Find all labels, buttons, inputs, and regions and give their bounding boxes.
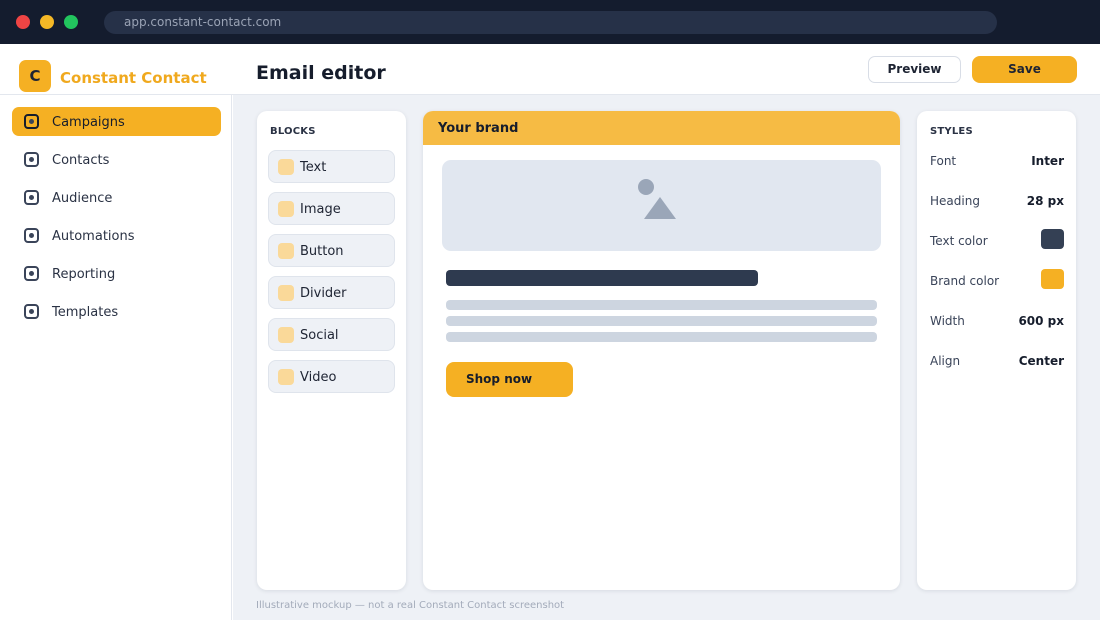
- sidebar-item-campaigns[interactable]: Campaigns: [12, 107, 221, 136]
- width-value[interactable]: 600 px: [1018, 314, 1064, 328]
- audience-icon: [24, 190, 39, 205]
- email-brand-header[interactable]: Your brand: [423, 111, 900, 145]
- style-row-font[interactable]: Font Inter: [930, 151, 1064, 173]
- email-image-block[interactable]: [442, 160, 881, 251]
- style-label: Text color: [930, 234, 988, 248]
- block-item-social[interactable]: Social: [268, 318, 395, 351]
- heading-size-value[interactable]: 28 px: [1027, 194, 1064, 208]
- text-block-icon: [278, 159, 294, 175]
- page-title: Email editor: [256, 62, 386, 84]
- email-text-line[interactable]: [446, 332, 877, 342]
- style-row-brand-color[interactable]: Brand color: [930, 269, 1064, 293]
- blocks-heading: BLOCKS: [270, 126, 316, 137]
- block-label: Text: [300, 160, 327, 175]
- email-canvas[interactable]: Your brand Shop now: [423, 111, 900, 590]
- sidebar-item-label: Contacts: [52, 153, 110, 168]
- block-item-text[interactable]: Text: [268, 150, 395, 183]
- browser-chrome: app.constant-contact.com: [0, 0, 1100, 44]
- email-heading-block[interactable]: [446, 270, 758, 286]
- block-item-divider[interactable]: Divider: [268, 276, 395, 309]
- reporting-icon: [24, 266, 39, 281]
- sidebar-item-templates[interactable]: Templates: [12, 297, 221, 326]
- brand-name[interactable]: Constant Contact: [60, 69, 207, 87]
- social-block-icon: [278, 327, 294, 343]
- text-color-swatch[interactable]: [1041, 229, 1064, 249]
- save-button[interactable]: Save: [972, 56, 1077, 83]
- block-label: Video: [300, 370, 337, 385]
- image-icon: [638, 179, 676, 219]
- address-bar[interactable]: app.constant-contact.com: [104, 11, 997, 34]
- sidebar-item-reporting[interactable]: Reporting: [12, 259, 221, 288]
- block-item-video[interactable]: Video: [268, 360, 395, 393]
- blocks-panel: BLOCKS Text Image Button Divider Social …: [257, 111, 406, 590]
- preview-button[interactable]: Preview: [868, 56, 961, 83]
- email-text-line[interactable]: [446, 300, 877, 310]
- app-header: C Constant Contact Email editor Preview …: [0, 44, 1100, 95]
- style-label: Align: [930, 354, 961, 368]
- video-block-icon: [278, 369, 294, 385]
- styles-panel: STYLES Font Inter Heading 28 px Text col…: [917, 111, 1076, 590]
- button-block-icon: [278, 243, 294, 259]
- disclaimer-note: Illustrative mockup — not a real Constan…: [256, 600, 565, 611]
- style-label: Heading: [930, 194, 980, 208]
- image-block-icon: [278, 201, 294, 217]
- block-item-button[interactable]: Button: [268, 234, 395, 267]
- font-value[interactable]: Inter: [1031, 154, 1064, 168]
- close-window-button[interactable]: [16, 15, 30, 29]
- block-item-image[interactable]: Image: [268, 192, 395, 225]
- sidebar-item-automations[interactable]: Automations: [12, 221, 221, 250]
- divider-block-icon: [278, 285, 294, 301]
- sidebar-item-label: Audience: [52, 191, 113, 206]
- style-row-align[interactable]: Align Center: [930, 351, 1064, 373]
- styles-heading: STYLES: [930, 126, 973, 137]
- templates-icon: [24, 304, 39, 319]
- sidebar-item-label: Reporting: [52, 267, 116, 282]
- automations-icon: [24, 228, 39, 243]
- sidebar-item-label: Campaigns: [52, 115, 125, 130]
- style-label: Width: [930, 314, 965, 328]
- sidebar-item-label: Automations: [52, 229, 135, 244]
- block-label: Social: [300, 328, 339, 343]
- sidebar-item-audience[interactable]: Audience: [12, 183, 221, 212]
- brand-color-swatch[interactable]: [1041, 269, 1064, 289]
- block-label: Button: [300, 244, 344, 259]
- brand-logo[interactable]: C: [19, 60, 51, 92]
- sidebar-item-contacts[interactable]: Contacts: [12, 145, 221, 174]
- style-label: Font: [930, 154, 957, 168]
- block-label: Image: [300, 202, 341, 217]
- shop-now-button[interactable]: Shop now: [446, 362, 573, 397]
- style-row-width[interactable]: Width 600 px: [930, 311, 1064, 333]
- maximize-window-button[interactable]: [64, 15, 78, 29]
- sidebar-item-label: Templates: [52, 305, 119, 320]
- style-row-heading[interactable]: Heading 28 px: [930, 191, 1064, 213]
- sidebar: Campaigns Contacts Audience Automations …: [0, 95, 232, 620]
- campaigns-icon: [24, 114, 39, 129]
- align-value[interactable]: Center: [1019, 354, 1064, 368]
- style-row-text-color[interactable]: Text color: [930, 229, 1064, 253]
- block-label: Divider: [300, 286, 347, 301]
- email-text-line[interactable]: [446, 316, 877, 326]
- minimize-window-button[interactable]: [40, 15, 54, 29]
- style-label: Brand color: [930, 274, 1000, 288]
- contacts-icon: [24, 152, 39, 167]
